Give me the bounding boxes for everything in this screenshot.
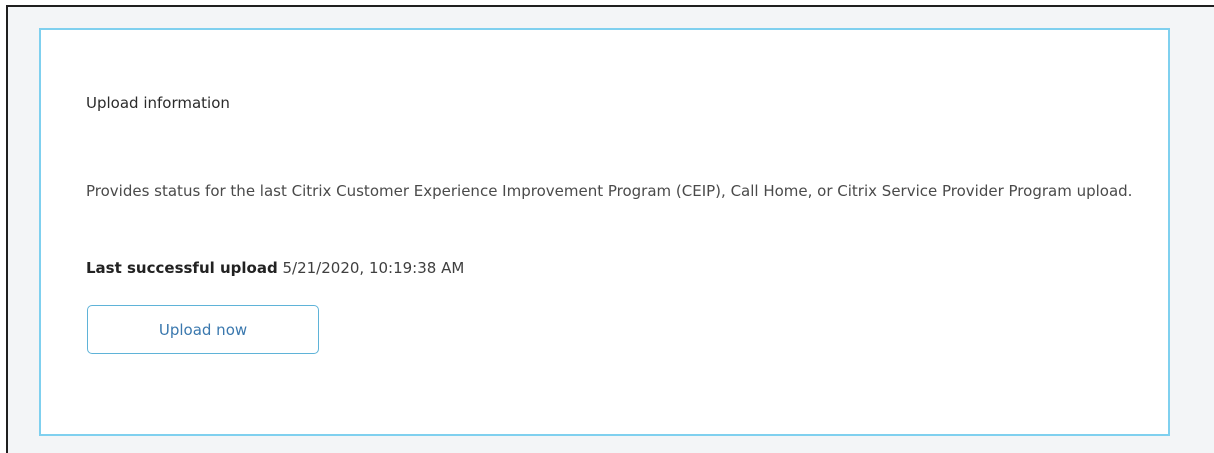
upload-information-card: Upload information Provides status for t… bbox=[39, 28, 1170, 436]
last-upload-label: Last successful upload bbox=[86, 259, 278, 277]
section-description: Provides status for the last Citrix Cust… bbox=[86, 182, 1133, 200]
upload-now-button[interactable]: Upload now bbox=[87, 305, 319, 354]
last-upload-status: Last successful upload 5/21/2020, 10:19:… bbox=[86, 259, 464, 277]
page-frame: Upload information Provides status for t… bbox=[6, 5, 1214, 453]
section-title: Upload information bbox=[86, 94, 230, 112]
last-upload-timestamp: 5/21/2020, 10:19:38 AM bbox=[282, 259, 465, 277]
